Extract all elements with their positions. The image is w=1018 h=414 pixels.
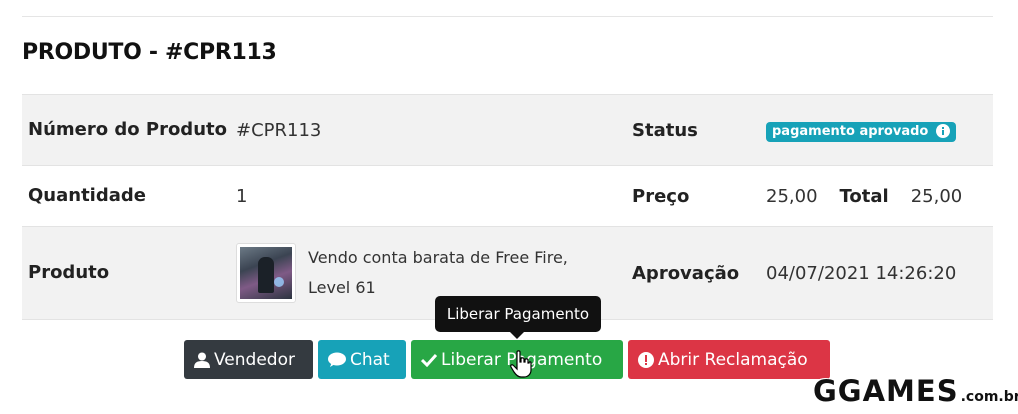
seller-button-label: Vendedor <box>214 349 295 370</box>
chat-button-label: Chat <box>350 349 390 370</box>
product-number-value: #CPR113 <box>236 119 322 141</box>
watermark-logo: GGAMES .com.br <box>813 374 1018 408</box>
total-label: Total <box>839 185 889 207</box>
product-thumbnail[interactable] <box>236 243 296 303</box>
exclamation-circle-icon <box>638 351 654 368</box>
watermark-tld: .com.br <box>960 389 1018 405</box>
product-label: Produto <box>28 262 110 283</box>
open-complaint-button-label: Abrir Reclamação <box>658 349 808 370</box>
quantity-label: Quantidade <box>28 185 146 206</box>
price-value: 25,00 <box>766 185 818 207</box>
info-circle-icon[interactable] <box>936 124 951 138</box>
top-divider <box>22 16 993 17</box>
open-complaint-button[interactable]: Abrir Reclamação <box>628 340 830 379</box>
hand-pointer-cursor-icon <box>510 350 532 378</box>
seller-button[interactable]: Vendedor <box>184 340 313 379</box>
comment-icon <box>328 352 346 367</box>
chat-button[interactable]: Chat <box>318 340 406 379</box>
table-row: Quantidade 1 Preço 25,00 Total 25,00 <box>22 165 993 227</box>
product-name[interactable]: Vendo conta barata de Free Fire, Level 6… <box>308 243 588 303</box>
price-label: Preço <box>632 185 690 207</box>
check-icon <box>421 353 437 367</box>
approval-label: Aprovação <box>632 262 740 284</box>
action-buttons: Vendedor Chat Liberar Pagamento Abrir Re… <box>184 340 830 379</box>
table-row: Número do Produto #CPR113 Status pagamen… <box>22 94 993 166</box>
product-number-label: Número do Produto <box>28 119 227 140</box>
release-payment-tooltip: Liberar Pagamento <box>435 296 601 339</box>
page-title: PRODUTO - #CPR113 <box>22 40 277 65</box>
product-details-table: Número do Produto #CPR113 Status pagamen… <box>22 94 993 320</box>
status-badge-text: pagamento aprovado <box>772 123 929 139</box>
total-value: 25,00 <box>910 185 963 207</box>
approval-value: 04/07/2021 14:26:20 <box>766 262 957 284</box>
tooltip-text: Liberar Pagamento <box>446 305 590 323</box>
status-badge: pagamento aprovado <box>766 121 957 142</box>
quantity-value: 1 <box>236 185 248 207</box>
watermark-main: GGAMES <box>813 374 959 408</box>
status-label: Status <box>632 119 698 141</box>
user-icon <box>194 352 210 368</box>
